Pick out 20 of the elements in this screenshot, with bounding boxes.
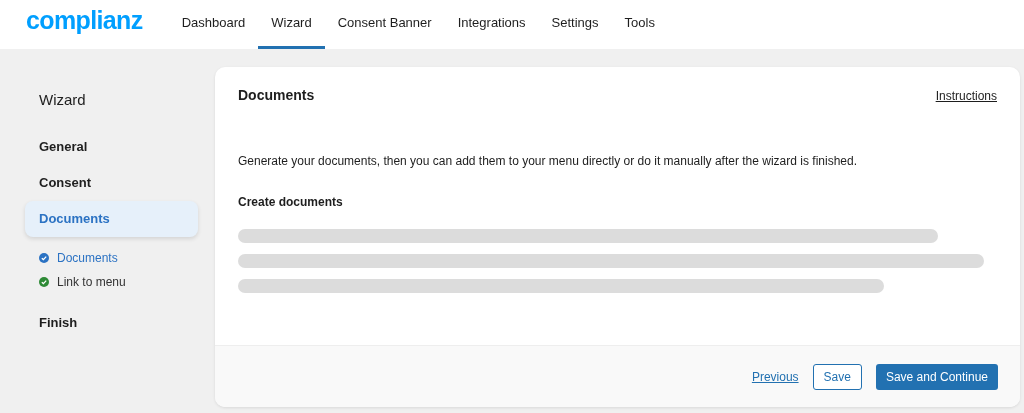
- step-item[interactable]: Documents: [25, 200, 198, 237]
- nav-tab[interactable]: Integrations: [444, 0, 539, 49]
- sidebar-title: Wizard: [38, 90, 87, 110]
- nav-tab[interactable]: Consent Banner: [324, 0, 445, 49]
- card-title: Documents: [238, 86, 315, 105]
- step-item[interactable]: Finish: [25, 304, 198, 341]
- nav-tab[interactable]: Settings: [538, 0, 612, 49]
- description: Generate your documents, then you can add them to your menu directly or do it manually after the wizard is finished.: [237, 153, 858, 170]
- nav-tab[interactable]: Dashboard: [168, 0, 259, 49]
- instructions-link[interactable]: Instructions: [935, 86, 997, 105]
- step-item[interactable]: Consent: [25, 164, 198, 201]
- nav-tab[interactable]: Tools: [611, 0, 668, 49]
- step-item[interactable]: General: [25, 128, 198, 165]
- section-label: Create documents: [237, 194, 344, 211]
- nav-tab[interactable]: Wizard: [258, 0, 325, 49]
- save-button[interactable]: Save: [812, 363, 862, 390]
- save-continue-button[interactable]: Save and Continue: [875, 363, 998, 390]
- substep-link[interactable]: Documents: [57, 248, 118, 267]
- previous-link[interactable]: Previous: [751, 367, 799, 386]
- substep-link[interactable]: Link to menu: [57, 272, 126, 291]
